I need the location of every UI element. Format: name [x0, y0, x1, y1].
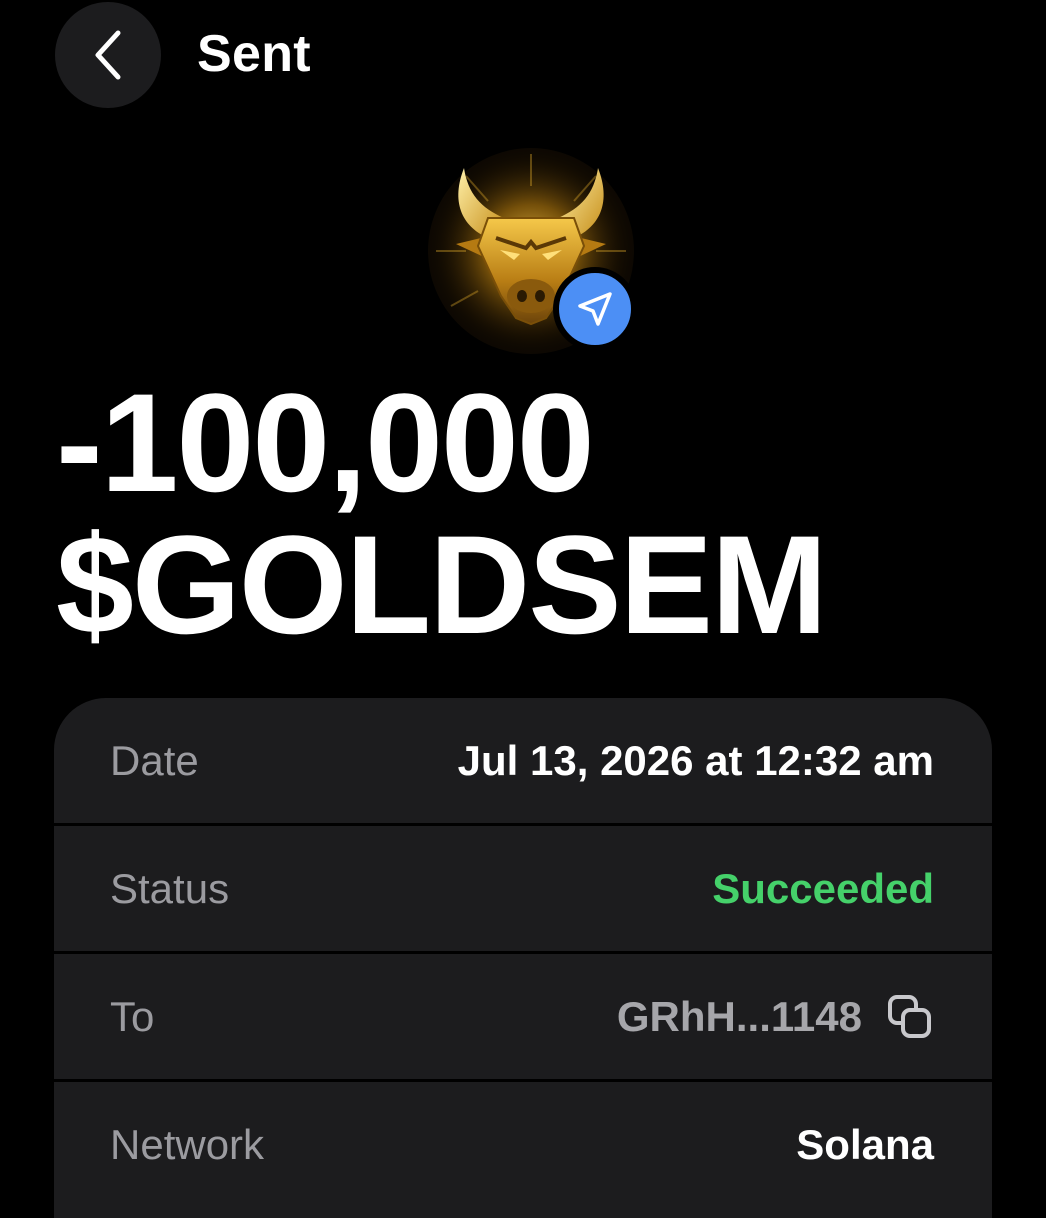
- network-label: Network: [110, 1121, 265, 1168]
- network-row: Network Solana: [54, 1082, 992, 1208]
- back-button[interactable]: [55, 2, 161, 108]
- date-row: Date Jul 13, 2026 at 12:32 am: [54, 698, 992, 824]
- to-address[interactable]: GRhH...1148: [617, 993, 862, 1041]
- date-value: Jul 13, 2026 at 12:32 am: [457, 737, 934, 784]
- page-title: Sent: [197, 25, 311, 83]
- date-label: Date: [110, 737, 199, 784]
- chevron-left-icon: [95, 30, 121, 80]
- send-badge: [553, 267, 637, 351]
- transaction-amount: -100,000 $GOLDSEM: [56, 364, 828, 663]
- to-row: To GRhH...1148: [54, 954, 992, 1080]
- details-card: Date Jul 13, 2026 at 12:32 am Status Suc…: [54, 698, 992, 1218]
- status-label: Status: [110, 865, 230, 912]
- copy-icon[interactable]: [886, 993, 934, 1041]
- network-value: Solana: [796, 1121, 934, 1168]
- token-avatar: [426, 146, 637, 356]
- to-label: To: [110, 993, 155, 1040]
- token-symbol: $GOLDSEM: [56, 506, 828, 663]
- to-value-group: GRhH...1148: [617, 993, 934, 1041]
- status-row: Status Succeeded: [54, 826, 992, 952]
- send-arrow-icon: [578, 292, 612, 326]
- status-value: Succeeded: [712, 865, 934, 912]
- amount-value: -100,000: [56, 364, 595, 521]
